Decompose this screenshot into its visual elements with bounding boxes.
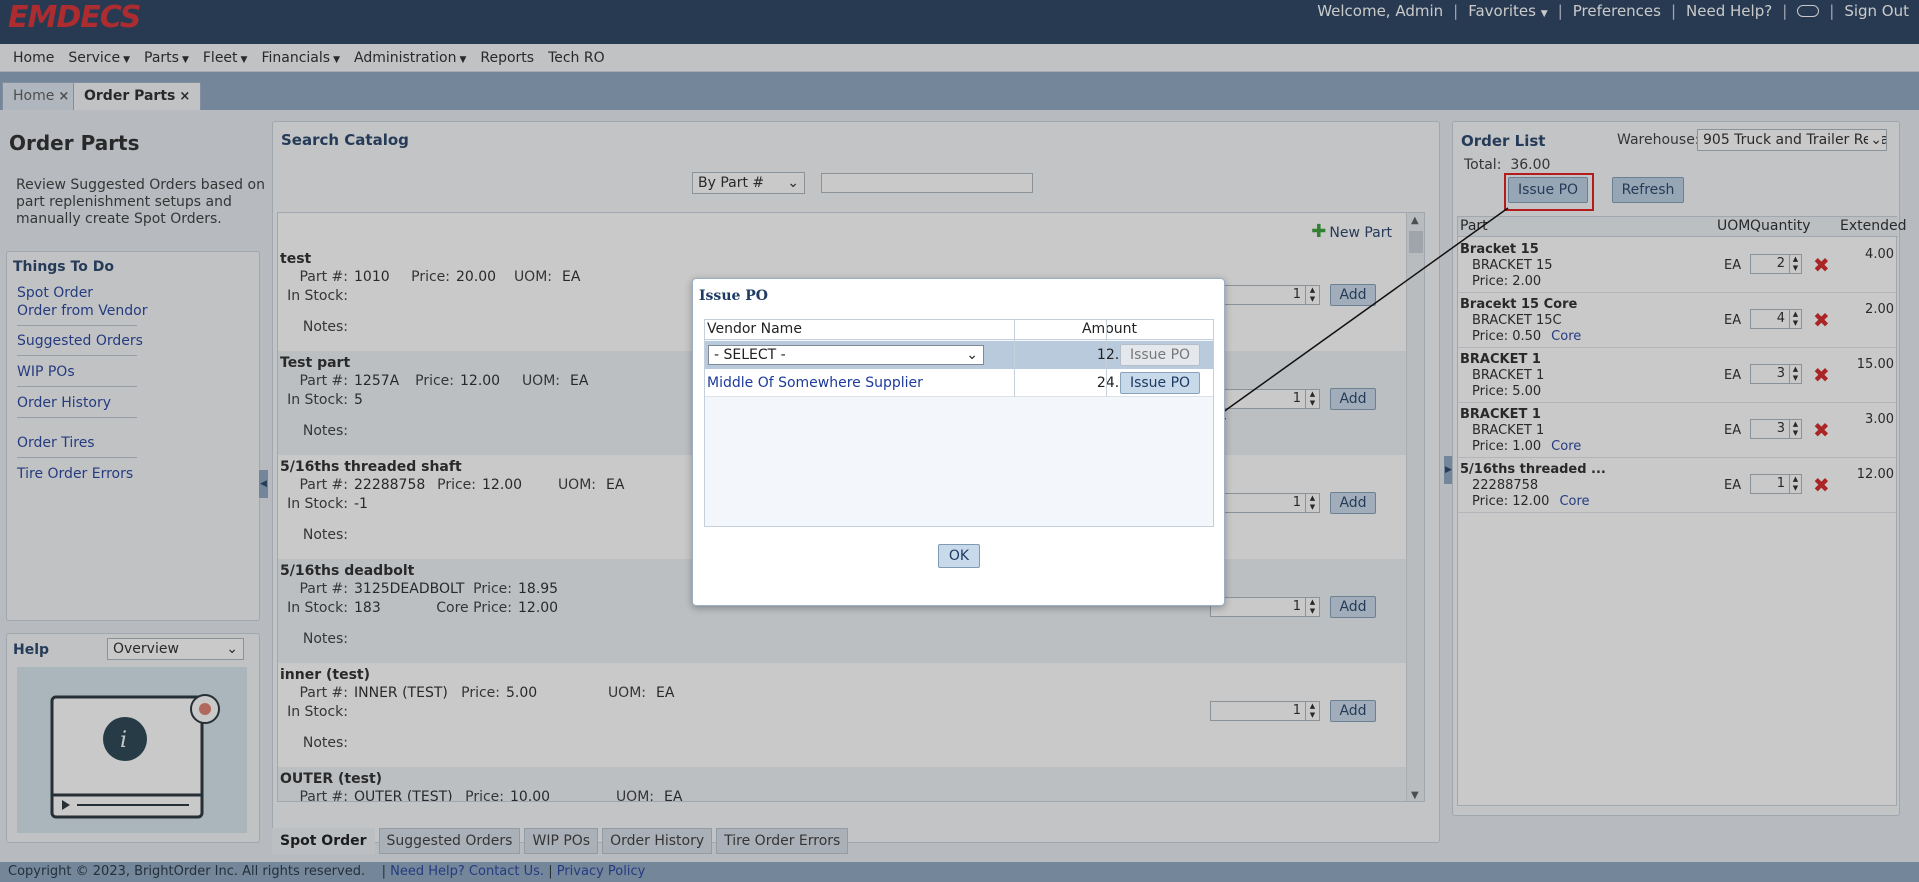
column-divider — [1014, 320, 1015, 397]
vendor-name[interactable]: Middle Of Somewhere Supplier — [707, 375, 923, 391]
column-header-amount: Amount — [1081, 321, 1137, 337]
vendor-select[interactable]: - SELECT - ⌄ — [708, 345, 984, 365]
vendor-grid-header: Vendor Name Amount — [705, 320, 1213, 340]
column-header-vendor: Vendor Name — [707, 321, 802, 337]
chevron-down-icon: ⌄ — [966, 347, 978, 363]
issue-po-row-button[interactable]: Issue PO — [1120, 372, 1200, 394]
dialog-title: Issue PO — [699, 288, 768, 304]
vendor-grid: Vendor Name Amount - SELECT - ⌄ 12.00 Iss… — [704, 319, 1214, 527]
ok-button[interactable]: OK — [938, 544, 980, 568]
vendor-row[interactable]: - SELECT - ⌄ 12.00 Issue PO — [705, 341, 1213, 369]
vendor-row[interactable]: Middle Of Somewhere Supplier 24.00 Issue… — [705, 369, 1213, 397]
column-divider — [1106, 320, 1107, 397]
issue-po-row-button[interactable]: Issue PO — [1120, 344, 1200, 366]
issue-po-dialog: Issue PO Vendor Name Amount - SELECT - ⌄ … — [692, 278, 1225, 606]
